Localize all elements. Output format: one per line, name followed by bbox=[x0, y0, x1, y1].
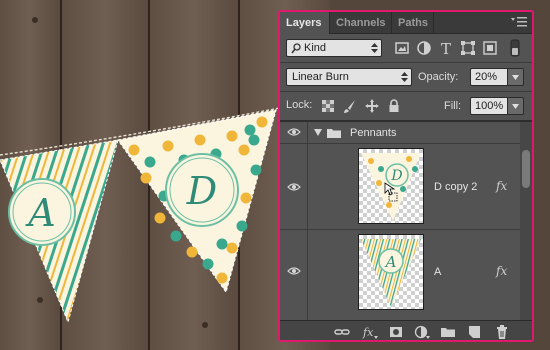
layer-row-group[interactable]: Pennants bbox=[280, 122, 520, 144]
layer-name: D copy 2 bbox=[434, 181, 478, 193]
opacity-dropdown-button[interactable] bbox=[508, 68, 524, 86]
polka-dot bbox=[240, 192, 252, 204]
lock-image-pixels-icon[interactable] bbox=[342, 98, 358, 114]
visibility-toggle[interactable] bbox=[280, 144, 308, 229]
visibility-toggle[interactable] bbox=[280, 230, 308, 320]
layer-effects-icon[interactable]: fx bbox=[496, 179, 507, 193]
opacity-label: Opacity: bbox=[418, 71, 459, 83]
panel-menu-icon[interactable] bbox=[510, 16, 528, 28]
filter-row: Kind T bbox=[280, 34, 532, 62]
lock-label: Lock: bbox=[286, 99, 313, 111]
thumbnail-letter: D bbox=[390, 168, 402, 184]
polka-dot bbox=[226, 130, 238, 142]
panel-tab-bar: Layers Channels Paths bbox=[280, 12, 532, 34]
polka-dot bbox=[216, 238, 228, 250]
eye-icon bbox=[287, 267, 301, 275]
scrollbar-thumb[interactable] bbox=[522, 150, 530, 188]
tab-paths[interactable]: Paths bbox=[392, 12, 434, 34]
smart-object-filter-icon[interactable] bbox=[482, 40, 498, 56]
eye-icon bbox=[287, 128, 301, 136]
blend-mode-value: Linear Burn bbox=[292, 71, 349, 83]
lock-position-icon[interactable] bbox=[364, 98, 380, 114]
add-mask-icon[interactable] bbox=[388, 324, 404, 340]
layer-row-d-copy-2[interactable]: D D copy 2 fx bbox=[280, 144, 520, 230]
polka-dot bbox=[226, 242, 238, 254]
lock-transparent-pixels-icon[interactable] bbox=[320, 98, 336, 114]
layers-panel: Layers Channels Paths Kind T Linear Burn… bbox=[278, 10, 534, 342]
polka-dot bbox=[256, 116, 268, 128]
type-filter-icon[interactable]: T bbox=[438, 40, 454, 56]
polka-dot bbox=[128, 144, 140, 156]
polka-dot bbox=[236, 220, 248, 232]
polka-dot bbox=[194, 134, 206, 146]
new-layer-icon[interactable] bbox=[466, 324, 482, 340]
layer-name: A bbox=[434, 266, 442, 278]
fill-dropdown-button[interactable] bbox=[508, 97, 524, 115]
svg-text:fx: fx bbox=[362, 326, 374, 339]
polka-dot bbox=[216, 272, 228, 284]
fill-field[interactable]: 100% bbox=[470, 97, 508, 115]
polka-dot bbox=[144, 156, 156, 168]
layer-row-a[interactable]: A A fx bbox=[280, 230, 520, 320]
chevron-down-icon bbox=[512, 104, 519, 109]
chevron-updown-icon bbox=[371, 43, 378, 53]
tab-layers[interactable]: Layers bbox=[280, 12, 330, 34]
adjustment-filter-icon[interactable] bbox=[416, 40, 432, 56]
fill-label: Fill: bbox=[444, 100, 462, 112]
layer-thumbnail[interactable]: A bbox=[358, 234, 424, 310]
filter-kind-label: Kind bbox=[304, 42, 327, 54]
pennant-d-letter: D bbox=[186, 169, 217, 213]
chevron-down-icon bbox=[512, 75, 519, 80]
lock-row: Lock: Fill: 100% bbox=[280, 92, 532, 120]
new-group-folder-icon[interactable] bbox=[440, 324, 456, 340]
adjustment-layer-icon[interactable] bbox=[414, 324, 430, 340]
pixel-filter-icon[interactable] bbox=[394, 40, 410, 56]
layer-list: Pennants D D copy 2 fx A A fx bbox=[280, 122, 532, 320]
link-layers-icon[interactable] bbox=[334, 324, 350, 340]
polka-dot bbox=[140, 172, 152, 184]
layer-style-fx-icon[interactable]: fx bbox=[362, 324, 378, 340]
layer-name: Pennants bbox=[350, 127, 397, 139]
layer-list-scrollbar[interactable] bbox=[520, 122, 532, 320]
polka-dot bbox=[202, 258, 214, 270]
filter-toggle-icon[interactable] bbox=[510, 39, 520, 57]
eye-icon bbox=[287, 183, 301, 191]
lock-all-icon[interactable] bbox=[386, 98, 402, 114]
svg-text:T: T bbox=[441, 40, 451, 56]
polka-dot bbox=[244, 124, 256, 136]
layer-thumbnail[interactable]: D bbox=[358, 148, 424, 224]
tab-channels[interactable]: Channels bbox=[330, 12, 392, 34]
trash-icon[interactable] bbox=[494, 324, 510, 340]
filter-kind-dropdown[interactable]: Kind bbox=[286, 39, 382, 57]
thumbnail-letter: A bbox=[384, 253, 397, 271]
polka-dot bbox=[162, 140, 174, 152]
blend-mode-dropdown[interactable]: Linear Burn bbox=[286, 68, 412, 86]
opacity-field[interactable]: 20% bbox=[470, 68, 508, 86]
shape-filter-icon[interactable] bbox=[460, 40, 476, 56]
panel-bottom-toolbar: fx bbox=[280, 320, 532, 340]
chevron-updown-icon bbox=[401, 72, 408, 82]
layer-effects-icon[interactable]: fx bbox=[496, 264, 507, 278]
folder-icon bbox=[327, 129, 341, 138]
polka-dot bbox=[186, 246, 198, 258]
pennant-a-letter: A bbox=[25, 191, 55, 235]
polka-dot bbox=[154, 212, 166, 224]
blend-row: Linear Burn Opacity: 20% bbox=[280, 63, 532, 91]
polka-dot bbox=[238, 144, 250, 156]
expand-triangle-icon[interactable] bbox=[314, 129, 322, 136]
search-icon bbox=[291, 43, 301, 54]
polka-dot bbox=[248, 134, 260, 146]
polka-dot bbox=[250, 164, 262, 176]
polka-dot bbox=[170, 230, 182, 242]
visibility-toggle[interactable] bbox=[280, 122, 308, 143]
